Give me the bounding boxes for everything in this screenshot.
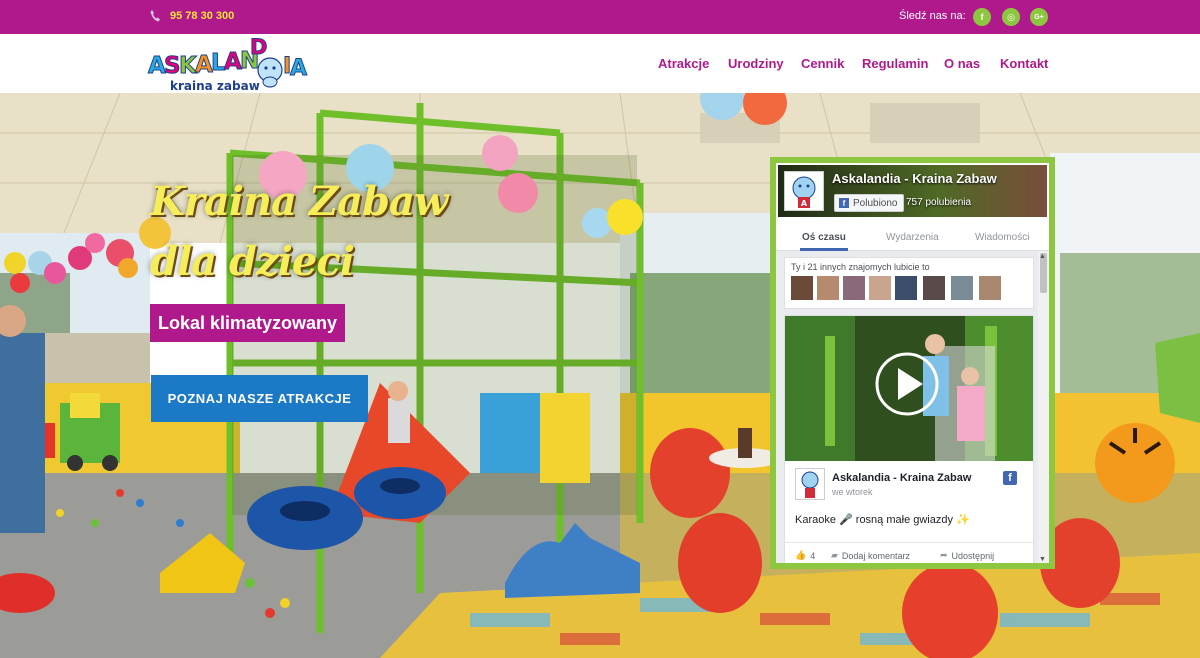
logo-image: A S K A L A N D I A kraina zabaw xyxy=(148,35,308,94)
nav-regulamin[interactable]: Regulamin xyxy=(862,56,928,71)
fb-scrollbar[interactable] xyxy=(1038,251,1049,563)
fb-like-label: Polubiono xyxy=(853,197,898,209)
facebook-icon[interactable]: f xyxy=(973,8,991,26)
follow-label: Śledź nas na: xyxy=(899,10,966,22)
friend-avatar[interactable] xyxy=(923,276,945,300)
fb-post-avatar[interactable] xyxy=(795,468,825,500)
tab-messages[interactable]: Wiadomości xyxy=(975,232,1029,243)
svg-text:A: A xyxy=(801,199,808,208)
friend-avatar[interactable] xyxy=(979,276,1001,300)
elephant-logo-icon xyxy=(801,471,819,498)
facebook-icon[interactable]: f xyxy=(1003,471,1017,485)
air-conditioned-badge: Lokal klimatyzowany xyxy=(150,304,346,342)
nav-kontakt[interactable]: Kontakt xyxy=(1000,56,1048,71)
elephant-logo-icon: A xyxy=(792,176,816,208)
svg-text:D: D xyxy=(250,37,267,59)
fb-like-button[interactable]: f Polubiono xyxy=(834,194,905,212)
scroll-down-arrow-icon[interactable]: ▼ xyxy=(1039,556,1046,563)
share-icon: ➦ xyxy=(940,550,948,560)
fb-share-button[interactable]: ➦ Udostępnij xyxy=(940,550,994,561)
fb-like-count[interactable]: 👍 4 xyxy=(795,550,815,561)
fb-friends-text: Ty i 21 innych znajomych lubicie to xyxy=(791,262,930,272)
fb-likes-count: 757 polubienia xyxy=(906,197,972,208)
top-bar: 95 78 30 300 Śledź nas na: f ◎ G+ xyxy=(0,0,1200,34)
hero-title: Kraina Zabaw xyxy=(150,178,448,225)
fb-page-avatar[interactable]: A xyxy=(784,171,824,211)
friend-avatar[interactable] xyxy=(869,276,891,300)
comment-icon: ▰ xyxy=(831,550,838,560)
google-plus-icon[interactable]: G+ xyxy=(1030,8,1048,26)
tab-timeline[interactable]: Oś czasu xyxy=(802,232,846,243)
fb-like-icon: f xyxy=(839,198,849,208)
fb-video[interactable] xyxy=(785,316,1033,461)
fb-post-time[interactable]: we wtorek xyxy=(832,487,873,497)
fb-post-text: Karaoke 🎤 rosną małe gwiazdy ✨ xyxy=(795,514,970,526)
svg-text:A: A xyxy=(290,56,307,81)
like-count-value: 4 xyxy=(810,550,816,561)
fb-comment-button[interactable]: ▰ Dodaj komentarz xyxy=(831,550,910,561)
fb-tabs: Oś czasu Wydarzenia Wiadomości xyxy=(776,223,1049,251)
fb-post-actions: 👍 4 ▰ Dodaj komentarz ➦ Udostępnij xyxy=(785,542,1033,563)
friend-avatar[interactable] xyxy=(817,276,839,300)
nav-cennik[interactable]: Cennik xyxy=(801,56,844,71)
nav-o-nas[interactable]: O nas xyxy=(944,56,980,71)
fb-page-name[interactable]: Askalandia - Kraina Zabaw xyxy=(832,171,997,186)
nav-urodziny[interactable]: Urodziny xyxy=(728,56,784,71)
phone-icon xyxy=(150,10,160,22)
video-thumbnail xyxy=(785,316,1033,461)
attractions-cta-button[interactable]: POZNAJ NASZE ATRAKCJE xyxy=(151,375,368,422)
facebook-page-widget: A Askalandia - Kraina Zabaw f Polubiono … xyxy=(770,157,1055,569)
friend-avatar[interactable] xyxy=(843,276,865,300)
share-label: Udostępnij xyxy=(951,550,995,561)
friend-avatar[interactable] xyxy=(951,276,973,300)
instagram-icon[interactable]: ◎ xyxy=(1002,8,1020,26)
nav-atrakcje[interactable]: Atrakcje xyxy=(658,56,709,71)
site-logo[interactable]: A S K A L A N D I A kraina zabaw xyxy=(146,35,310,94)
fb-post-header: Askalandia - Kraina Zabaw we wtorek f xyxy=(785,463,1033,507)
fb-cover: A Askalandia - Kraina Zabaw f Polubiono … xyxy=(778,165,1047,217)
hero-subtitle: dla dzieci xyxy=(150,238,355,285)
fb-post-author[interactable]: Askalandia - Kraina Zabaw xyxy=(832,472,971,484)
fb-friends-box: Ty i 21 innych znajomych lubicie to xyxy=(784,257,1034,309)
scroll-up-arrow-icon[interactable]: ▲ xyxy=(1039,253,1046,260)
phone-contact[interactable]: 95 78 30 300 xyxy=(150,10,234,22)
svg-text:kraina zabaw: kraina zabaw xyxy=(170,79,260,92)
phone-number: 95 78 30 300 xyxy=(170,10,235,22)
comment-label: Dodaj komentarz xyxy=(841,550,910,561)
thumbs-up-icon: 👍 xyxy=(795,550,807,560)
friend-avatar[interactable] xyxy=(791,276,813,300)
friend-avatar[interactable] xyxy=(895,276,917,300)
fb-post: Askalandia - Kraina Zabaw we wtorek f Ka… xyxy=(784,315,1034,563)
fb-feed[interactable]: Ty i 21 innych znajomych lubicie to Aska… xyxy=(776,251,1049,563)
tab-events[interactable]: Wydarzenia xyxy=(886,232,939,243)
